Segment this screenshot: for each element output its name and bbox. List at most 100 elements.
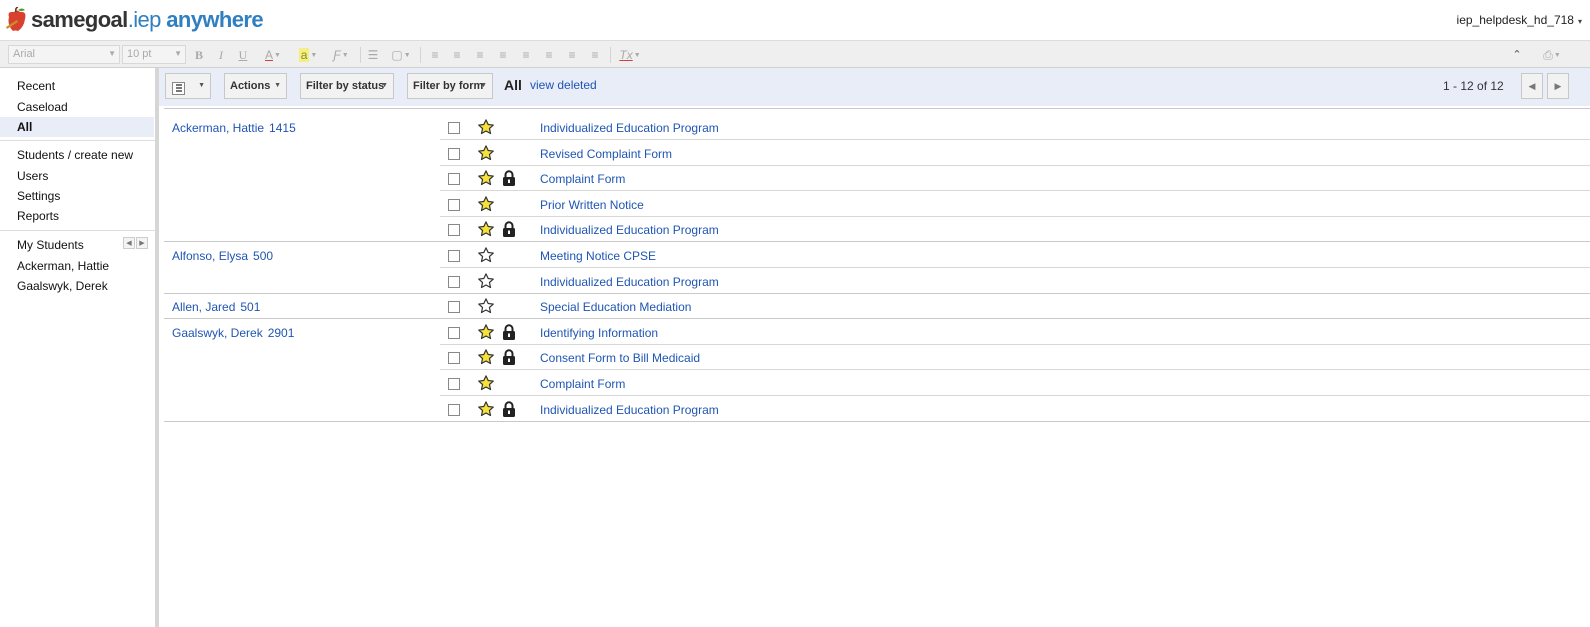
star-outline-icon[interactable]	[477, 246, 495, 264]
sidebar-item-students-create[interactable]: Students / create new	[0, 145, 154, 165]
table-row[interactable]: Complaint Form	[164, 165, 1590, 192]
indent-icon[interactable]: ≡	[496, 47, 510, 63]
font-style-button[interactable]: Ƒ▼	[328, 47, 354, 63]
table-row[interactable]: Complaint Form	[164, 370, 1590, 396]
align-center-icon[interactable]: ≡	[542, 47, 556, 63]
print-button[interactable]: ⎙▼	[1538, 47, 1566, 63]
prev-arrow-icon[interactable]: ◀	[123, 237, 135, 249]
sidebar-item-all[interactable]: All	[0, 117, 154, 137]
align-left-icon[interactable]: ☰	[366, 47, 380, 63]
samegoal-logo[interactable]: samegoal.iep anywhere	[5, 6, 264, 34]
sidebar-student-gaalswyk[interactable]: Gaalswyk, Derek	[0, 276, 154, 296]
bold-button[interactable]: B	[192, 47, 206, 63]
row-checkbox[interactable]	[448, 147, 460, 160]
form-link[interactable]: Individualized Education Program	[540, 275, 719, 289]
bullet-list-icon[interactable]: ≡	[450, 47, 464, 63]
row-checkbox[interactable]	[448, 173, 460, 186]
row-checkbox[interactable]	[448, 301, 460, 314]
star-filled-icon[interactable]	[477, 195, 495, 213]
star-filled-icon[interactable]	[477, 374, 495, 392]
table-row[interactable]: Individualized Education Program	[164, 216, 1590, 243]
row-checkbox[interactable]	[448, 122, 460, 134]
star-filled-icon[interactable]	[477, 220, 495, 238]
next-page-button[interactable]: ▶	[1547, 73, 1569, 99]
row-checkbox[interactable]	[448, 275, 460, 288]
form-link[interactable]: Revised Complaint Form	[540, 147, 672, 161]
highlight-button[interactable]: a ▼	[294, 47, 322, 63]
form-link[interactable]: Meeting Notice CPSE	[540, 249, 656, 263]
student-link[interactable]: Alfonso, Elysa	[172, 249, 248, 263]
table-row[interactable]: Gaalswyk, Derek 2901 Identifying Informati…	[164, 319, 1590, 345]
form-link[interactable]: Special Education Mediation	[540, 300, 691, 314]
table-row[interactable]: Individualized Education Program	[164, 396, 1590, 422]
sidebar-item-reports[interactable]: Reports	[0, 206, 154, 226]
student-cell[interactable]: Ackerman, Hattie 1415	[172, 121, 296, 135]
form-link[interactable]: Individualized Education Program	[540, 223, 719, 237]
student-link[interactable]: Ackerman, Hattie	[172, 121, 264, 135]
table-row[interactable]: Revised Complaint Form	[164, 140, 1590, 166]
form-link[interactable]: Individualized Education Program	[540, 121, 719, 135]
underline-button[interactable]: U	[236, 47, 250, 63]
table-row[interactable]: Prior Written Notice	[164, 191, 1590, 217]
filter-status-dropdown[interactable]: Filter by status ▼	[300, 73, 394, 99]
sidebar-item-users[interactable]: Users	[0, 166, 154, 186]
student-cell[interactable]: Allen, Jared 501	[172, 300, 260, 314]
row-checkbox[interactable]	[448, 352, 460, 365]
form-link[interactable]: Consent Form to Bill Medicaid	[540, 351, 700, 365]
star-filled-icon[interactable]	[477, 400, 495, 418]
star-filled-icon[interactable]	[477, 169, 495, 187]
select-all-dropdown[interactable]: ▼	[165, 73, 211, 99]
italic-button[interactable]: I	[214, 47, 228, 63]
form-link[interactable]: Prior Written Notice	[540, 198, 644, 212]
font-size-select[interactable]: 10 pt ▼	[122, 45, 186, 64]
star-outline-icon[interactable]	[477, 272, 495, 290]
row-checkbox[interactable]	[448, 224, 460, 237]
table-row[interactable]: Individualized Education Program	[164, 268, 1590, 294]
star-outline-icon[interactable]	[477, 297, 495, 315]
user-menu[interactable]: iep_helpdesk_hd_718 ▾	[1457, 13, 1582, 27]
sidebar-item-settings[interactable]: Settings	[0, 186, 154, 206]
form-link[interactable]: Individualized Education Program	[540, 403, 719, 417]
sidebar-item-caseload[interactable]: Caseload	[0, 97, 154, 117]
numbered-list-icon[interactable]: ≡	[428, 47, 442, 63]
student-id: 1415	[269, 121, 296, 135]
table-row[interactable]: Allen, Jared 501 Special Education Mediati…	[164, 293, 1590, 320]
form-link[interactable]: Complaint Form	[540, 172, 625, 186]
sidebar-item-recent[interactable]: Recent	[0, 76, 154, 96]
sidebar-splitter[interactable]	[155, 68, 159, 627]
align-right-icon[interactable]: ≡	[565, 47, 579, 63]
row-checkbox[interactable]	[448, 198, 460, 211]
student-link[interactable]: Gaalswyk, Derek	[172, 326, 263, 340]
actions-dropdown[interactable]: Actions ▼	[224, 73, 287, 99]
row-checkbox[interactable]	[448, 378, 460, 390]
align-left-text-icon[interactable]: ≡	[519, 47, 533, 63]
student-cell[interactable]: Gaalswyk, Derek 2901	[172, 326, 294, 340]
table-button[interactable]: ▢▼	[388, 47, 414, 63]
row-checkbox[interactable]	[448, 250, 460, 262]
sidebar-student-ackerman[interactable]: Ackerman, Hattie	[0, 256, 154, 276]
form-link[interactable]: Complaint Form	[540, 377, 625, 391]
font-select[interactable]: Arial ▼	[8, 45, 120, 64]
table-row[interactable]: Ackerman, Hattie 1415 Individualized Educa…	[164, 114, 1590, 140]
collapse-toolbar-icon[interactable]: ⌃	[1510, 47, 1524, 63]
justify-icon[interactable]: ≡	[588, 47, 602, 63]
form-link[interactable]: Identifying Information	[540, 326, 658, 340]
clear-format-button[interactable]: Tx▼	[617, 47, 643, 63]
prev-page-button[interactable]: ◀	[1521, 73, 1543, 99]
view-deleted-link[interactable]: view deleted	[530, 78, 597, 92]
row-checkbox[interactable]	[448, 326, 460, 339]
table-row[interactable]: Consent Form to Bill Medicaid	[164, 344, 1590, 371]
student-cell[interactable]: Alfonso, Elysa 500	[172, 249, 273, 263]
star-filled-icon[interactable]	[477, 144, 495, 162]
star-filled-icon[interactable]	[477, 118, 495, 136]
outdent-icon[interactable]: ≡	[473, 47, 487, 63]
student-link[interactable]: Allen, Jared	[172, 300, 235, 314]
star-filled-icon[interactable]	[477, 323, 495, 341]
filter-form-dropdown[interactable]: Filter by form ▼	[407, 73, 493, 99]
next-arrow-icon[interactable]: ▶	[136, 237, 148, 249]
row-checkbox[interactable]	[448, 403, 460, 416]
table-row[interactable]: Alfonso, Elysa 500 Meeting Notice CPSE	[164, 242, 1590, 268]
star-filled-icon[interactable]	[477, 348, 495, 366]
chevron-down-icon: ▼	[274, 82, 281, 89]
font-color-button[interactable]: A▼	[258, 47, 288, 63]
